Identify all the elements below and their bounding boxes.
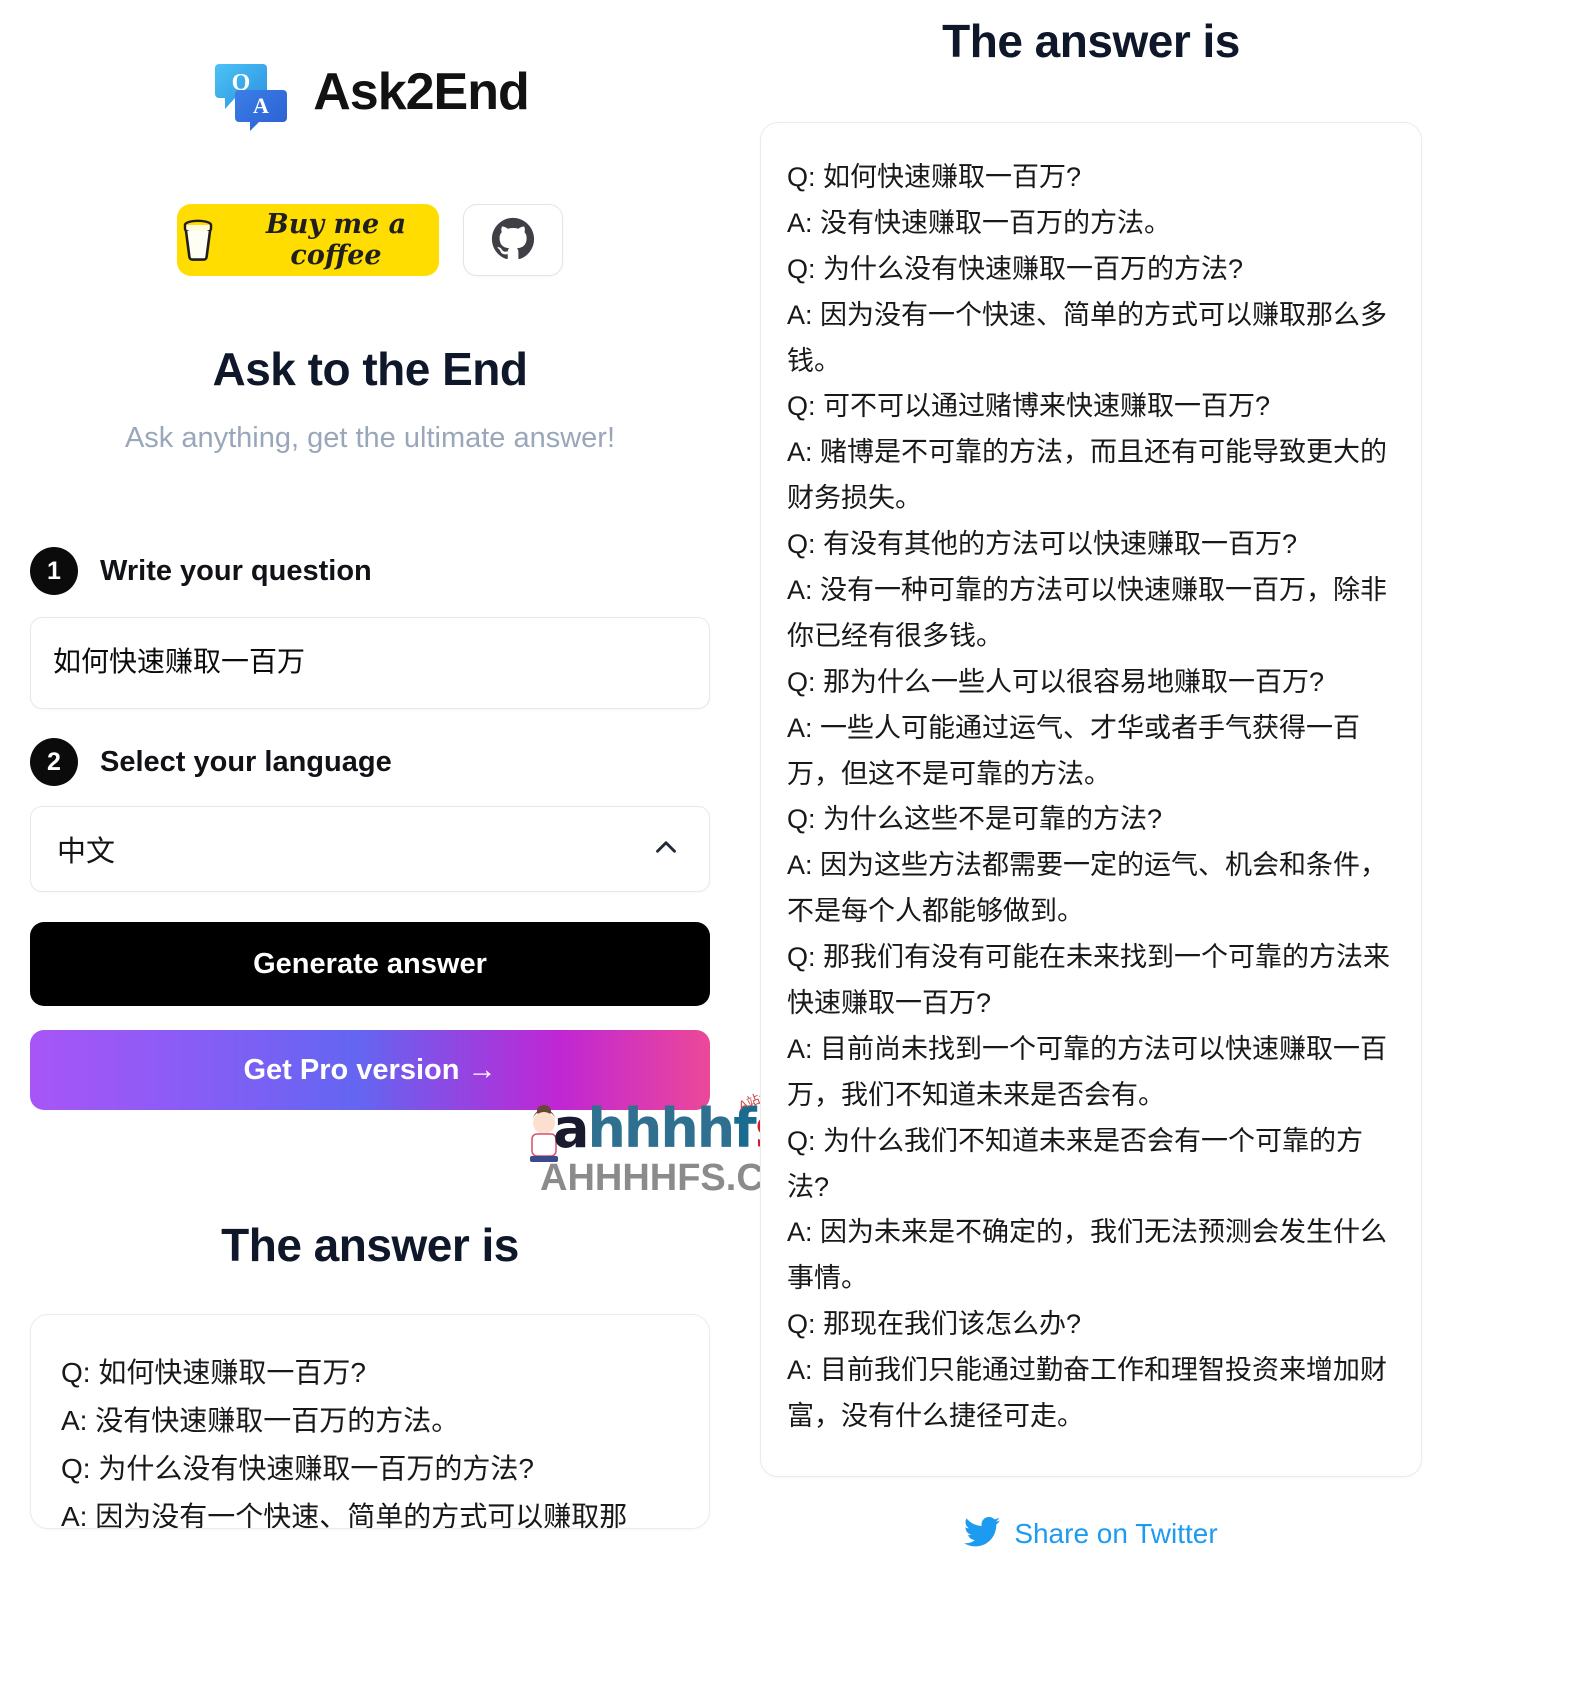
qa-line: Q: 为什么没有快速赚取一百万的方法? xyxy=(787,253,1244,284)
step-2-header: 2 Select your language xyxy=(30,738,710,786)
right-panel: The answer is Q: 如何快速赚取一百万? A: 没有快速赚取一百万… xyxy=(740,0,1572,1552)
svg-text:A: A xyxy=(253,93,269,118)
qa-line: A: 目前尚未找到一个可靠的方法可以快速赚取一百万，我们不知道未来是否会有。 xyxy=(787,1033,1388,1110)
qa-line: Q: 如何快速赚取一百万? xyxy=(787,162,1082,192)
step-2-badge: 2 xyxy=(30,738,78,786)
qa-line: A: 一些人可能通过运气、才华或者手气获得一百万，但这不是可靠的方法。 xyxy=(787,712,1361,789)
step-1-label: Write your question xyxy=(100,554,372,587)
share-on-twitter-label: Share on Twitter xyxy=(1014,1518,1218,1550)
qa-line: Q: 那现在我们该怎么办? xyxy=(787,1309,1082,1340)
qa-line: A: 因为没有一个快速、简单的方式可以赚取那 xyxy=(61,1501,628,1529)
github-button[interactable] xyxy=(463,204,563,276)
qa-line: A: 因为没有一个快速、简单的方式可以赚取那么多钱。 xyxy=(787,299,1388,376)
buy-me-a-coffee-button[interactable]: Buy me a coffee xyxy=(177,204,439,276)
page-subtitle: Ask anything, get the ultimate answer! xyxy=(124,422,616,454)
github-icon xyxy=(491,217,535,264)
watermark-mascot-icon xyxy=(530,1105,558,1162)
generate-answer-button[interactable]: Generate answer xyxy=(30,922,710,1006)
right-answer-heading: The answer is xyxy=(942,15,1240,67)
chevron-up-icon xyxy=(649,830,683,869)
support-buttons: Buy me a coffee xyxy=(30,204,710,276)
coffee-cup-icon xyxy=(177,216,219,265)
left-panel: Q A Ask2End Buy me a coffee Ask to the E… xyxy=(0,0,825,1529)
left-answer-card: Q: 如何快速赚取一百万? A: 没有快速赚取一百万的方法。 Q: 为什么没有快… xyxy=(30,1314,710,1529)
brand-title: Ask2End xyxy=(313,63,530,121)
qa-line: A: 赌博是不可靠的方法，而且还有可能导致更大的财务损失。 xyxy=(787,437,1388,514)
twitter-icon xyxy=(964,1516,1001,1552)
brand-header: Q A Ask2End xyxy=(30,52,710,132)
qa-line: Q: 为什么这些不是可靠的方法? xyxy=(787,804,1163,835)
qa-line: A: 因为这些方法都需要一定的运气、机会和条件，不是每个人都能够做到。 xyxy=(787,850,1388,927)
qa-line: Q: 那为什么一些人可以很容易地赚取一百万? xyxy=(787,666,1325,697)
buy-me-a-coffee-label: Buy me a coffee xyxy=(265,209,407,271)
qa-line: A: 没有一种可靠的方法可以快速赚取一百万，除非你已经有很多钱。 xyxy=(787,575,1388,651)
question-input[interactable] xyxy=(30,617,710,709)
step-2-label: Select your language xyxy=(100,745,392,778)
qa-line: Q: 有没有其他的方法可以快速赚取一百万? xyxy=(787,529,1298,560)
qa-line: A: 因为未来是不确定的，我们无法预测会发生什么事情。 xyxy=(787,1217,1388,1294)
qa-line: A: 没有快速赚取一百万的方法。 xyxy=(61,1405,460,1437)
qa-line: A: 没有快速赚取一百万的方法。 xyxy=(787,207,1172,238)
left-answer-heading: The answer is xyxy=(221,1219,519,1271)
app-root: Q A Ask2End Buy me a coffee Ask to the E… xyxy=(0,0,1572,1702)
qa-line: A: 目前我们只能通过勤奋工作和理智投资来增加财富，没有什么捷径可走。 xyxy=(787,1355,1388,1432)
language-select[interactable]: 中文 xyxy=(30,806,710,892)
get-pro-version-button[interactable]: Get Pro version → xyxy=(30,1030,710,1110)
language-select-value: 中文 xyxy=(57,836,116,868)
ask2end-logo-icon: Q A xyxy=(211,52,291,132)
step-1-header: 1 Write your question xyxy=(30,547,710,595)
qa-line: Q: 可不可以通过赌博来快速赚取一百万? xyxy=(787,391,1271,422)
qa-line: Q: 为什么没有快速赚取一百万的方法? xyxy=(61,1453,534,1485)
step-1-badge: 1 xyxy=(30,547,78,595)
qa-line: Q: 如何快速赚取一百万? xyxy=(61,1357,366,1388)
page-title: Ask to the End xyxy=(212,343,528,395)
qa-line: Q: 为什么我们不知道未来是否会有一个可靠的方法? xyxy=(787,1125,1364,1202)
answer-card: Q: 如何快速赚取一百万? A: 没有快速赚取一百万的方法。 Q: 为什么没有快… xyxy=(760,122,1422,1477)
qa-line: Q: 那我们有没有可能在未来找到一个可靠的方法来快速赚取一百万? xyxy=(787,942,1391,1019)
share-on-twitter-link[interactable]: Share on Twitter xyxy=(760,1516,1422,1552)
